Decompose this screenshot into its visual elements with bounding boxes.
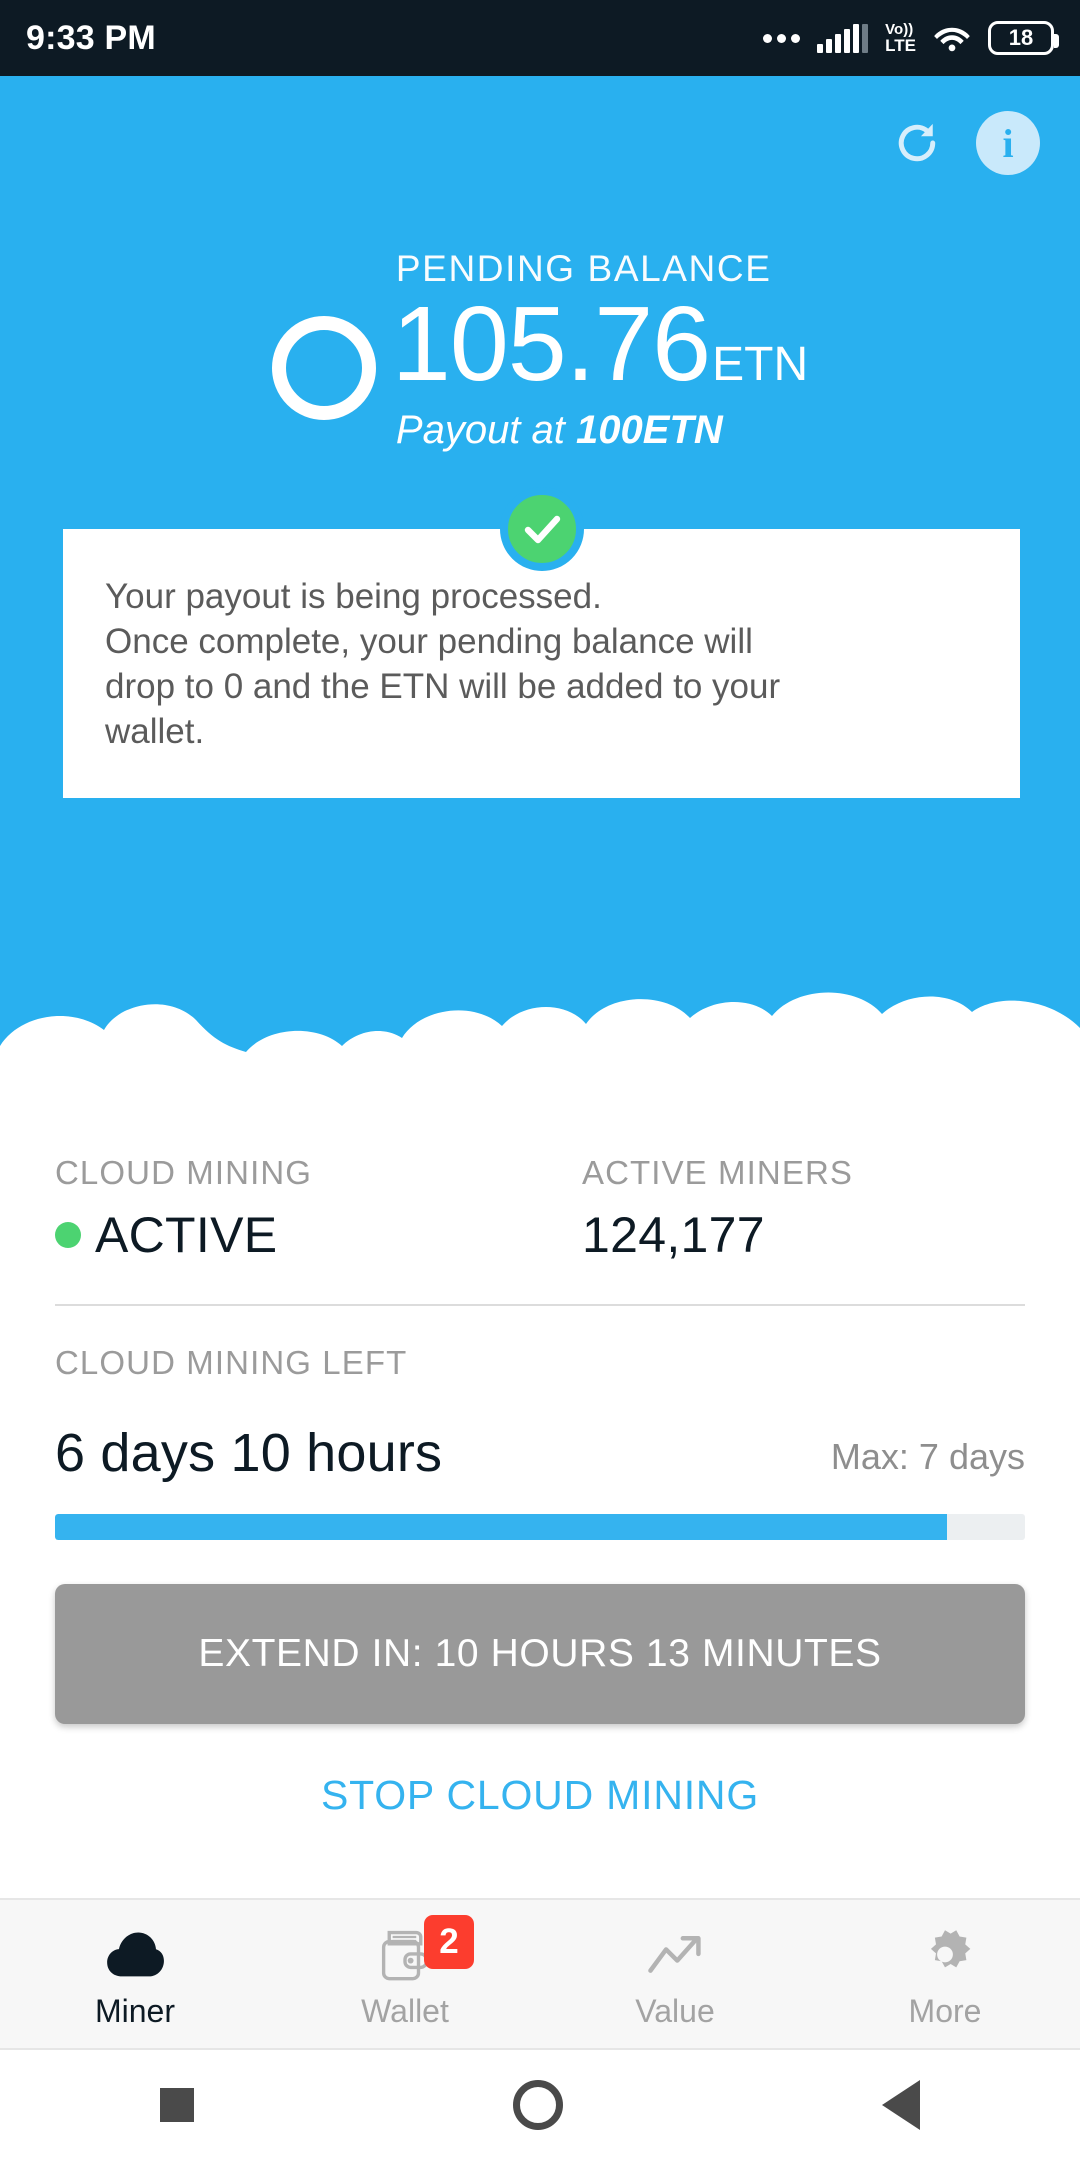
triangle-back-icon[interactable] <box>882 2080 921 2130</box>
trending-up-icon <box>646 1927 704 1983</box>
cloud-mining-status: ACTIVE <box>55 1206 540 1264</box>
nav-label-more: More <box>908 1992 982 2029</box>
square-recents-icon[interactable] <box>159 2088 194 2122</box>
payout-threshold-value: 100ETN <box>576 408 723 453</box>
stop-cloud-mining-link[interactable]: STOP CLOUD MINING <box>55 1772 1025 1819</box>
volte-top-label: Vo)) <box>885 21 914 38</box>
pending-balance-unit: ETN <box>712 338 809 391</box>
nav-item-miner[interactable]: Miner <box>0 1900 270 2048</box>
more-dots-icon <box>763 33 801 43</box>
refresh-icon[interactable] <box>884 110 950 176</box>
mining-stats-section: CLOUD MINING ACTIVE ACTIVE MINERS 124,17… <box>0 1096 1080 1819</box>
payout-notice-line-1: Your payout is being processed. <box>105 577 602 617</box>
payout-prefix-label: Payout at <box>395 408 577 453</box>
stats-row: CLOUD MINING ACTIVE ACTIVE MINERS 124,17… <box>55 1096 1025 1264</box>
section-divider <box>55 1304 1025 1306</box>
nav-item-value[interactable]: Value <box>540 1900 810 2048</box>
circle-home-icon[interactable] <box>512 2080 563 2130</box>
status-icon-group: Vo)) LTE 18 <box>763 21 1059 55</box>
battery-level-label: 18 <box>1008 25 1034 50</box>
volte-bottom-label: LTE <box>885 36 916 55</box>
wifi-icon <box>933 23 971 53</box>
stat-active-miners: ACTIVE MINERS 124,177 <box>540 1154 1025 1264</box>
cloud-mining-status-label: ACTIVE <box>95 1207 278 1263</box>
cloud-mining-left-value: 6 days 10 hours <box>55 1423 443 1483</box>
cloud-icon <box>105 1927 165 1983</box>
nav-label-value: Value <box>635 1992 715 2029</box>
cloud-divider-decoration <box>0 992 1080 1096</box>
pending-balance-label: PENDING BALANCE <box>395 248 772 289</box>
active-miners-label: ACTIVE MINERS <box>582 1154 854 1191</box>
payout-notice-line-4: wallet. <box>105 711 205 751</box>
status-bar: 9:33 PM Vo)) LTE 18 <box>0 0 1080 76</box>
cloud-mining-label: CLOUD MINING <box>55 1154 313 1191</box>
nav-item-wallet[interactable]: 2 Wallet <box>270 1900 540 2048</box>
payout-notice-line-2: Once complete, your pending balance will <box>105 621 753 661</box>
payout-notice-wrapper: Your payout is being processed. Once com… <box>63 487 1020 799</box>
cloud-mining-left-row: 6 days 10 hours Max: 7 days <box>55 1422 1025 1484</box>
pending-balance-amount: 105.76 ETN <box>392 290 808 398</box>
signal-bars-icon <box>817 23 869 53</box>
bottom-navigation: Miner 2 Wallet Value More <box>0 1898 1080 2050</box>
nav-label-wallet: Wallet <box>361 1992 449 2029</box>
cloud-mining-max-note: Max: 7 days <box>830 1436 1025 1477</box>
mining-left-block: CLOUD MINING LEFT 6 days 10 hours Max: 7… <box>55 1344 1025 1540</box>
pending-balance-block: PENDING BALANCE 105.76 ETN Payout at 100… <box>0 248 1080 453</box>
nav-item-more[interactable]: More <box>810 1900 1080 2048</box>
battery-icon: 18 <box>988 21 1059 55</box>
wallet-icon: 2 <box>380 1914 474 1983</box>
active-miners-value: 124,177 <box>582 1207 765 1263</box>
hero-action-bar: i <box>0 76 1080 176</box>
status-dot-icon <box>55 1222 81 1248</box>
wallet-badge-count: 2 <box>424 1914 474 1969</box>
mining-progress-fill <box>55 1514 948 1540</box>
extend-mining-button[interactable]: EXTEND IN: 10 HOURS 13 MINUTES <box>55 1584 1025 1724</box>
payout-notice-line-3: drop to 0 and the ETN will be added to y… <box>105 666 781 706</box>
pending-balance-value: 105.76 <box>391 285 711 403</box>
volte-icon: Vo)) LTE <box>885 22 916 54</box>
balance-ring-icon <box>271 315 376 420</box>
android-system-nav <box>0 2050 1080 2160</box>
check-circle-icon <box>499 487 584 572</box>
info-icon[interactable]: i <box>976 111 1040 175</box>
payout-threshold-note: Payout at 100ETN <box>396 408 808 453</box>
cloud-mining-left-label: CLOUD MINING LEFT <box>55 1344 408 1381</box>
status-time: 9:33 PM <box>26 18 156 57</box>
nav-label-miner: Miner <box>94 1992 175 2029</box>
hero-section: i PENDING BALANCE 105.76 ETN Payout at 1… <box>0 76 1080 1096</box>
mining-progress-bar <box>55 1514 1025 1540</box>
stat-cloud-mining: CLOUD MINING ACTIVE <box>55 1154 540 1264</box>
gear-icon <box>918 1927 972 1983</box>
